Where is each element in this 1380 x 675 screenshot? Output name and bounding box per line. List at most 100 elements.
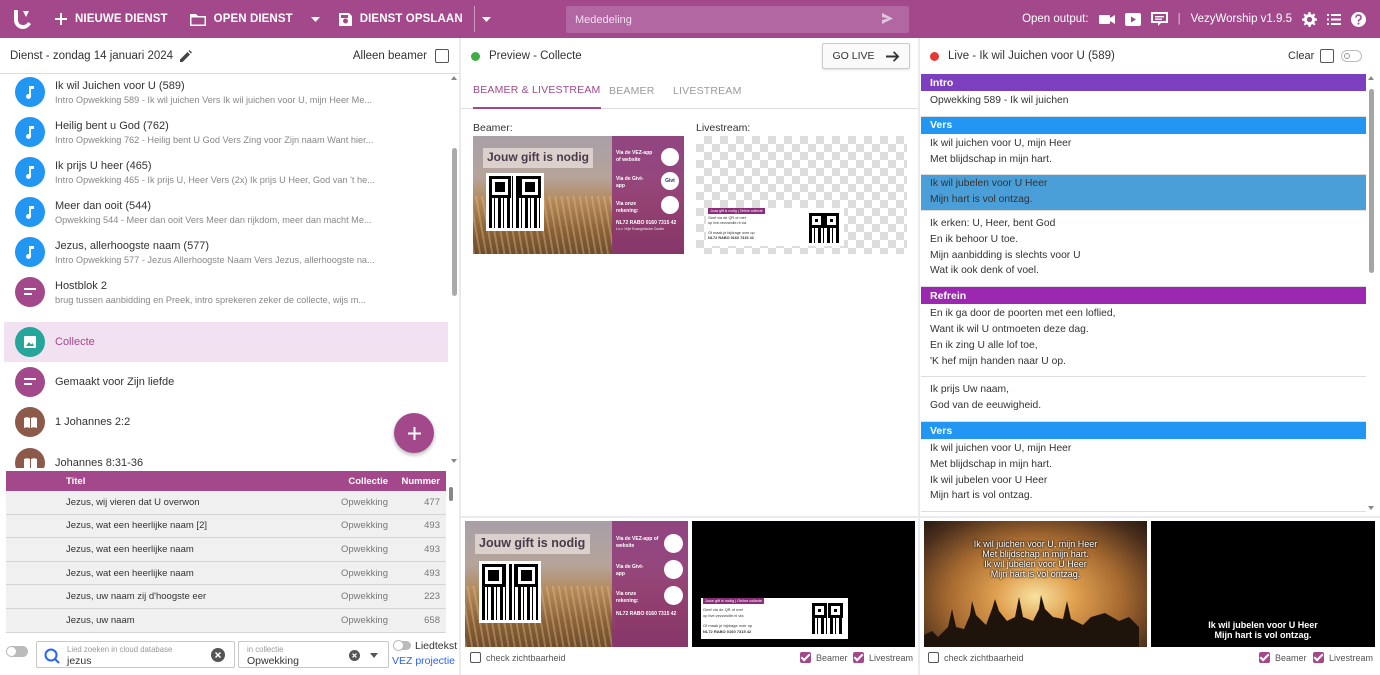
message-placeholder: Mededeling <box>575 13 632 26</box>
song-table-scrollbar[interactable] <box>449 487 453 501</box>
col-collection-header[interactable]: Collectie <box>308 476 388 487</box>
beamer-only-checkbox[interactable] <box>435 48 449 63</box>
clear-collection-icon[interactable] <box>349 650 360 661</box>
lyrics-body: En ik ga door de poorten met een loflied… <box>921 304 1366 376</box>
new-service-button[interactable]: NIEUWE DIENST <box>44 0 179 38</box>
service-item[interactable]: Ik prijs U heer (465) Intro Opwekking 465… <box>4 152 448 192</box>
song-row[interactable]: Jezus, uw naam Opwekking 658 <box>6 608 446 633</box>
bank-icon <box>661 196 679 214</box>
service-list-scrollbar[interactable] <box>452 148 457 296</box>
tab-beamer-livestream[interactable]: BEAMER & LIVESTREAM <box>473 73 601 109</box>
go-live-button[interactable]: GO LIVE <box>822 43 910 69</box>
song-search-field[interactable]: Lied zoeken in cloud database jezus <box>36 641 235 668</box>
vez-projection-link[interactable]: VEZ projectie <box>392 655 455 667</box>
cloud-toggle[interactable] <box>6 646 28 657</box>
preview-beamer-checkbox[interactable] <box>800 652 811 663</box>
youtube-icon[interactable] <box>1124 12 1141 26</box>
lyrics-body: Ik wil juichen voor U, mijn Heer Met blij… <box>921 439 1366 511</box>
livestream-preview[interactable]: Jouw gift is nodig | Online collecte Gee… <box>696 136 907 254</box>
service-item[interactable]: 1 Johannes 2:2 <box>4 402 448 442</box>
live-livestream-toggle[interactable]: Livestream <box>1313 652 1373 663</box>
lyrics-toggle[interactable] <box>393 640 411 651</box>
live-livestream-checkbox[interactable] <box>1313 652 1324 663</box>
service-item-title: 1 Johannes 2:2 <box>55 416 131 428</box>
service-item-text: Heilig bent u God (762) Intro Opwekking 7… <box>55 120 385 145</box>
tab-beamer[interactable]: BEAMER <box>609 73 655 109</box>
service-item[interactable]: Hostblok 2 brug tussen aanbidding en Pree… <box>4 272 448 312</box>
song-row[interactable]: Jezus, wij vieren dat U overwon Opwekking… <box>6 491 446 515</box>
service-item[interactable]: Collecte <box>4 322 448 362</box>
lyrics-block[interactable]: Ik wil jubelen voor U Heer Mijn hart is v… <box>921 175 1366 211</box>
live-toggle[interactable] <box>1341 50 1362 62</box>
clear-checkbox[interactable] <box>1320 49 1334 63</box>
live-check-visibility[interactable]: check zichtbaarheid <box>928 652 1024 663</box>
preview-visibility-checkbox[interactable] <box>470 652 481 663</box>
scroll-up-arrow[interactable] <box>451 76 457 80</box>
vez-app-icon <box>664 534 683 553</box>
lyrics-block[interactable]: Refrein En ik ga door de poorten met een … <box>921 287 1366 378</box>
add-item-button[interactable] <box>394 413 434 453</box>
save-service-dropdown[interactable] <box>475 0 499 38</box>
service-item-title: Heilig bent u God (762) <box>55 119 169 132</box>
beamer-slide-preview[interactable]: Jouw gift is nodig Via de VEZ-app of web… <box>473 136 684 254</box>
lyrics-block[interactable]: Vers Ik wil juichen voor U, mijn Heer Met … <box>921 422 1366 513</box>
help-icon[interactable] <box>1351 11 1366 27</box>
lyrics-line: Wat ik ook denk of voel. <box>930 265 1039 277</box>
send-icon[interactable] <box>882 13 893 24</box>
slide-headline: Jouw gift is nodig <box>479 536 586 550</box>
lyrics-block[interactable]: Vers Ik wil juichen voor U, mijn Heer Met … <box>921 116 1366 176</box>
live-lyrics-scrollbar[interactable] <box>1369 89 1374 273</box>
clear-search-icon[interactable] <box>211 648 225 662</box>
song-row[interactable]: Jezus, uw naam zij d'hoogste eer Opwekkin… <box>6 585 446 609</box>
pencil-icon[interactable] <box>180 49 193 62</box>
service-item[interactable]: Gemaakt voor Zijn liefde <box>4 362 448 402</box>
lyrics-block[interactable]: Ik erken: U, Heer, bent God <box>921 512 1366 516</box>
open-service-dropdown[interactable] <box>304 0 328 38</box>
open-service-button[interactable]: OPEN DIENST <box>179 0 304 38</box>
save-service-button[interactable]: DIENST OPSLAAN <box>328 0 474 38</box>
service-item[interactable]: Jezus, allerhoogste naam (577) Intro Opwe… <box>4 232 448 272</box>
lyrics-block[interactable]: Ik prijs Uw naam, God van de eeuwigheid. <box>921 377 1366 422</box>
lyrics-block[interactable]: Ik erken: U, Heer, bent God En ik behoor … <box>921 211 1366 288</box>
preview-livestream-toggle[interactable]: Livestream <box>853 652 913 663</box>
col-title-header[interactable]: Titel <box>6 476 308 487</box>
crowd-silhouette <box>924 595 1139 647</box>
service-item[interactable]: Heilig bent u God (762) Intro Opwekking 7… <box>4 112 448 152</box>
lyrics-line: En ik ga door de poorten met een loflied… <box>930 308 1116 320</box>
service-item[interactable]: Meer dan ooit (544) Opwekking 544 - Meer … <box>4 192 448 232</box>
video-camera-icon[interactable] <box>1098 14 1115 25</box>
check-visibility-label: check zichtbaarheid <box>944 652 1024 663</box>
scroll-up-arrow[interactable] <box>1368 76 1374 80</box>
preview-livestream-checkbox[interactable] <box>853 652 864 663</box>
lyrics-block[interactable]: Intro Opwekking 589 - Ik wil juichen <box>921 74 1366 117</box>
live-livestream-output: Ik wil jubelen voor U Heer Mijn hart is v… <box>1151 521 1375 647</box>
slide-via-account: Via onze rekening: <box>616 201 639 214</box>
collection-select[interactable]: in collectie Opwekking <box>238 641 389 668</box>
tab-livestream[interactable]: LIVESTREAM <box>673 73 742 109</box>
preview-check-visibility[interactable]: check zichtbaarheid <box>470 652 566 663</box>
col-number-header[interactable]: Nummer <box>388 476 440 487</box>
music-note-icon <box>15 197 45 227</box>
subtitles-icon[interactable] <box>1150 12 1168 26</box>
song-cell-collection: Opwekking <box>341 567 388 579</box>
song-row[interactable]: Jezus, wat een heerlijke naam [2] Opwekki… <box>6 514 446 539</box>
lyrics-body: Opwekking 589 - Ik wil juichen <box>921 91 1366 116</box>
song-cell-collection: Opwekking <box>341 496 388 508</box>
song-row[interactable]: Jezus, wat een heerlijke naam Opwekking 49… <box>6 538 446 562</box>
app-logo[interactable] <box>0 0 44 38</box>
live-beamer-toggle[interactable]: Beamer <box>1259 652 1307 663</box>
folder-icon <box>189 13 206 26</box>
toggle-knob <box>7 647 16 656</box>
preview-beamer-toggle[interactable]: Beamer <box>800 652 848 663</box>
gear-icon[interactable] <box>1302 11 1317 27</box>
live-visibility-checkbox[interactable] <box>928 652 939 663</box>
list-menu-icon[interactable] <box>1327 13 1341 25</box>
live-title: Live - Ik wil Juichen voor U (589) <box>948 50 1115 62</box>
song-row[interactable]: Jezus, wat een heerlijke naam Opwekking 49… <box>6 561 446 586</box>
lyrics-line: En ik behoor U toe. <box>930 233 1019 245</box>
live-beamer-checkbox[interactable] <box>1259 652 1270 663</box>
service-item[interactable]: Ik wil Juichen voor U (589) Intro Opwekki… <box>4 72 448 112</box>
scroll-down-arrow[interactable] <box>451 459 457 463</box>
scroll-down-arrow[interactable] <box>1368 506 1374 510</box>
message-input[interactable]: Mededeling <box>566 6 909 33</box>
